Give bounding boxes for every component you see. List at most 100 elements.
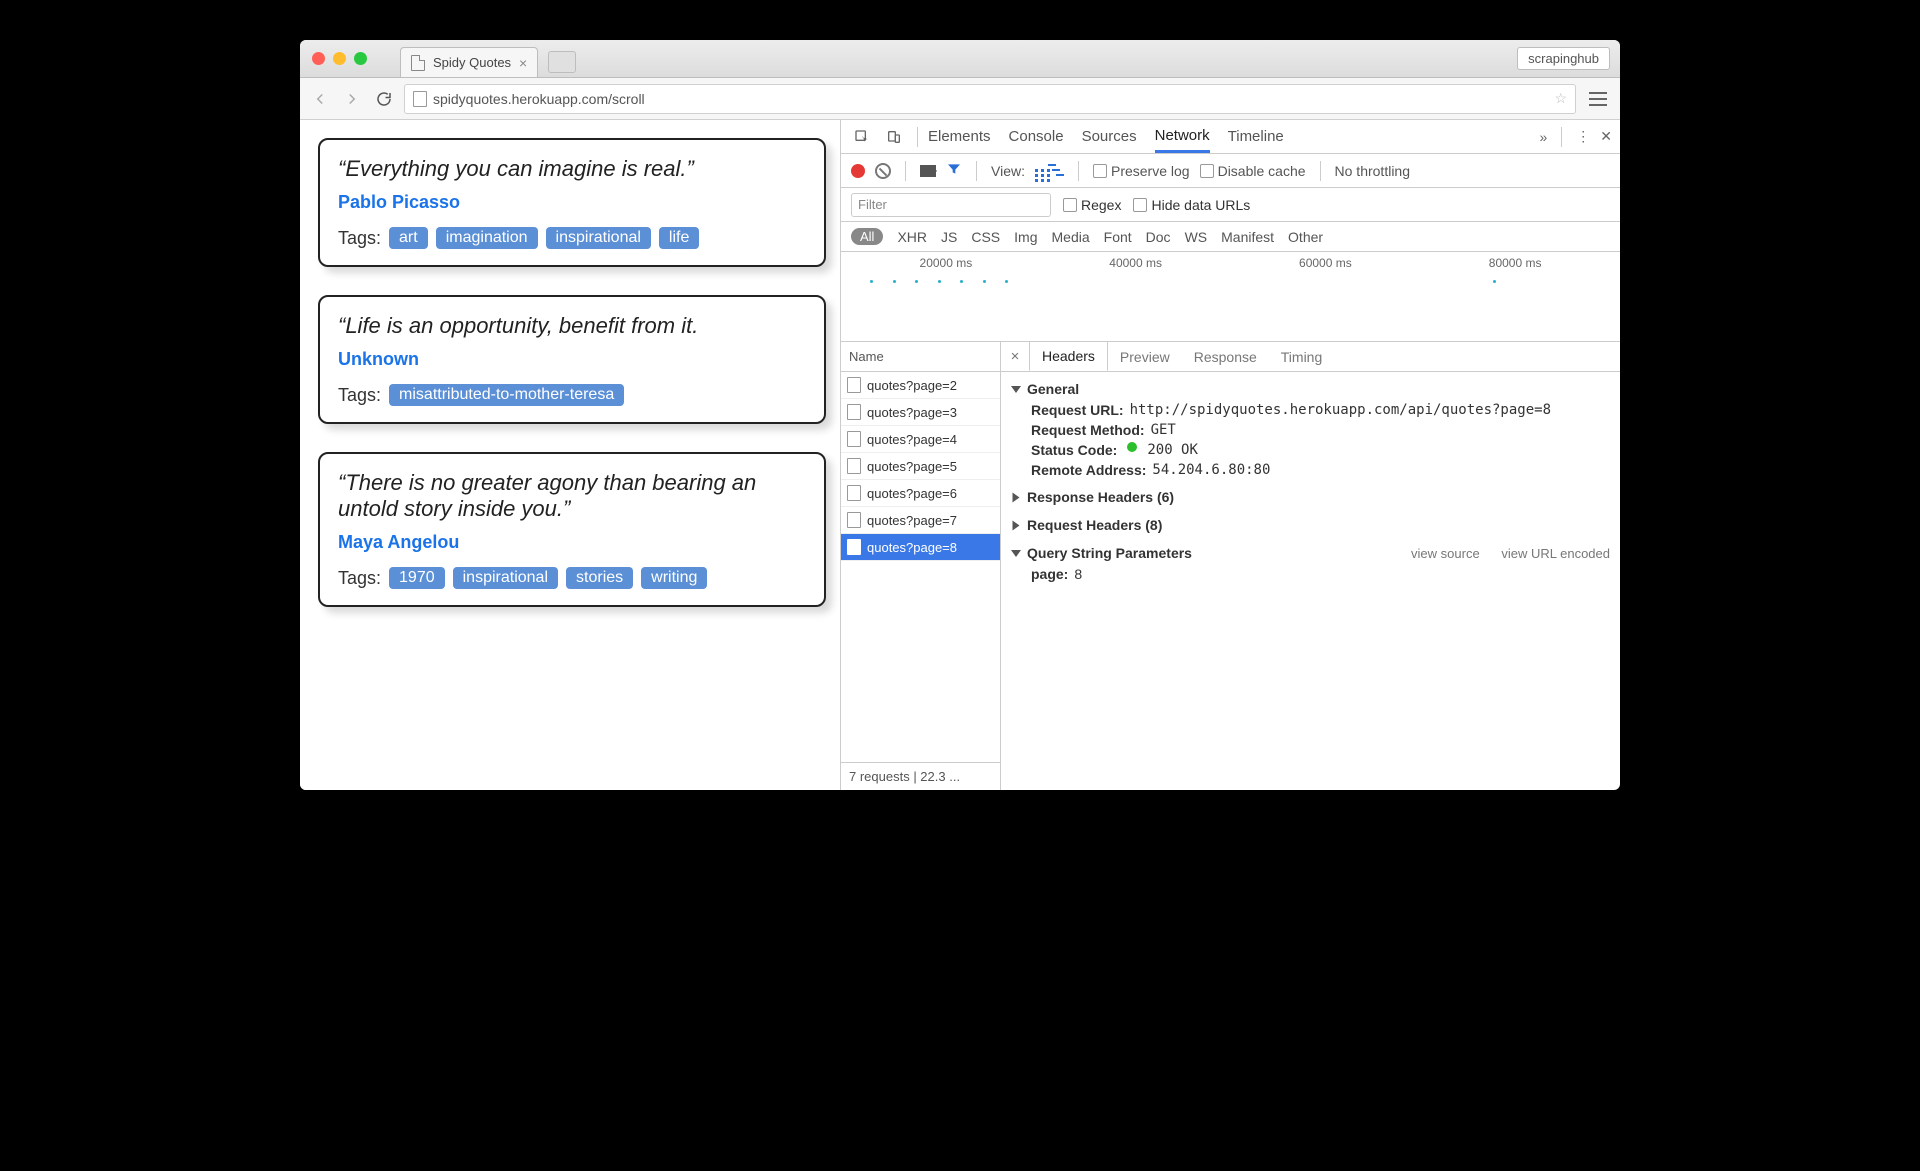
screenshot-icon[interactable] <box>920 165 936 177</box>
section-query-params[interactable]: Query String Parameters view source view… <box>1011 542 1610 564</box>
devtools-tab-elements[interactable]: Elements <box>928 120 991 153</box>
page-icon <box>411 55 425 71</box>
tag-pill[interactable]: life <box>659 227 699 249</box>
close-detail-icon[interactable]: × <box>1001 348 1029 365</box>
timeline-tick: 60000 ms <box>1299 256 1352 270</box>
request-row[interactable]: quotes?page=5 <box>841 453 1000 480</box>
tag-pill[interactable]: 1970 <box>389 567 445 589</box>
type-filter-other[interactable]: Other <box>1288 229 1323 245</box>
quote-author[interactable]: Pablo Picasso <box>338 192 806 213</box>
devtools-tab-sources[interactable]: Sources <box>1082 120 1137 153</box>
view-source-link[interactable]: view source <box>1411 546 1480 561</box>
request-row[interactable]: quotes?page=3 <box>841 399 1000 426</box>
devtools-tab-console[interactable]: Console <box>1009 120 1064 153</box>
request-row[interactable]: quotes?page=8 <box>841 534 1000 561</box>
preserve-log-checkbox[interactable]: Preserve log <box>1093 163 1190 179</box>
type-filter-ws[interactable]: WS <box>1185 229 1208 245</box>
tag-pill[interactable]: inspirational <box>546 227 651 249</box>
quote-card: “There is no greater agony than bearing … <box>318 452 826 607</box>
view-list-icon[interactable] <box>1035 159 1038 182</box>
profile-button[interactable]: scrapinghub <box>1517 47 1610 70</box>
close-tab-icon[interactable]: × <box>519 55 527 71</box>
request-row[interactable]: quotes?page=2 <box>841 372 1000 399</box>
tag-pill[interactable]: writing <box>641 567 707 589</box>
url-bar: spidyquotes.herokuapp.com/scroll ☆ <box>300 78 1620 120</box>
detail-tab-preview[interactable]: Preview <box>1108 342 1182 371</box>
request-row[interactable]: quotes?page=4 <box>841 426 1000 453</box>
filter-toggle-icon[interactable] <box>946 161 962 180</box>
quote-author[interactable]: Maya Angelou <box>338 532 806 553</box>
file-icon <box>847 458 861 474</box>
request-row[interactable]: quotes?page=7 <box>841 507 1000 534</box>
detail-tab-timing[interactable]: Timing <box>1269 342 1335 371</box>
status-code: 200 OK <box>1147 442 1198 458</box>
remote-address: 54.204.6.80:80 <box>1152 462 1270 478</box>
tab-title: Spidy Quotes <box>433 55 511 70</box>
devtools-tab-network[interactable]: Network <box>1155 120 1210 153</box>
request-row[interactable]: quotes?page=6 <box>841 480 1000 507</box>
quote-card: “Everything you can imagine is real.”Pab… <box>318 138 826 267</box>
quote-tags: Tags:artimaginationinspirationallife <box>338 227 806 249</box>
request-method: GET <box>1151 422 1176 438</box>
browser-tab[interactable]: Spidy Quotes × <box>400 47 538 77</box>
minimize-window-icon[interactable] <box>333 52 346 65</box>
type-filter-all[interactable]: All <box>851 228 883 245</box>
quote-tags: Tags:1970inspirationalstorieswriting <box>338 567 806 589</box>
devtools-menu-icon[interactable]: ⋮ <box>1576 128 1590 145</box>
device-toggle-icon[interactable] <box>881 124 907 150</box>
address-bar[interactable]: spidyquotes.herokuapp.com/scroll ☆ <box>404 84 1576 114</box>
back-button[interactable] <box>308 87 332 111</box>
throttling-select[interactable]: No throttling <box>1335 163 1410 179</box>
tag-pill[interactable]: inspirational <box>453 567 558 589</box>
tag-pill[interactable]: imagination <box>436 227 538 249</box>
bookmark-icon[interactable]: ☆ <box>1554 90 1567 107</box>
devtools-panel: ElementsConsoleSourcesNetworkTimeline » … <box>840 120 1620 790</box>
type-filter-font[interactable]: Font <box>1104 229 1132 245</box>
filter-input[interactable]: Filter <box>851 193 1051 217</box>
request-name: quotes?page=3 <box>867 405 957 420</box>
tag-pill[interactable]: art <box>389 227 428 249</box>
regex-checkbox[interactable]: Regex <box>1063 197 1121 213</box>
clear-icon[interactable] <box>875 163 891 179</box>
close-devtools-icon[interactable]: ✕ <box>1600 128 1612 145</box>
hide-data-urls-checkbox[interactable]: Hide data URLs <box>1133 197 1250 213</box>
type-filter-img[interactable]: Img <box>1014 229 1037 245</box>
record-icon[interactable] <box>851 164 865 178</box>
tag-pill[interactable]: stories <box>566 567 633 589</box>
network-toolbar: View: Preserve log Disable cache No thro… <box>841 154 1620 188</box>
type-filter-xhr[interactable]: XHR <box>897 229 927 245</box>
inspect-icon[interactable] <box>849 124 875 150</box>
type-filter-media[interactable]: Media <box>1052 229 1090 245</box>
network-timeline[interactable]: 20000 ms40000 ms60000 ms80000 ms <box>841 252 1620 342</box>
section-request-headers[interactable]: Request Headers (8) <box>1011 514 1610 536</box>
quote-author[interactable]: Unknown <box>338 349 806 370</box>
forward-button[interactable] <box>340 87 364 111</box>
file-icon <box>847 512 861 528</box>
type-filter-doc[interactable]: Doc <box>1146 229 1171 245</box>
reload-button[interactable] <box>372 87 396 111</box>
more-tabs-icon[interactable]: » <box>1539 129 1547 145</box>
disable-cache-checkbox[interactable]: Disable cache <box>1200 163 1306 179</box>
page-content[interactable]: “Everything you can imagine is real.”Pab… <box>300 120 840 790</box>
detail-tab-headers[interactable]: Headers <box>1029 342 1108 371</box>
section-general[interactable]: General <box>1011 378 1610 400</box>
view-waterfall-icon[interactable] <box>1048 163 1064 179</box>
section-response-headers[interactable]: Response Headers (6) <box>1011 486 1610 508</box>
new-tab-button[interactable] <box>548 51 576 73</box>
detail-tab-response[interactable]: Response <box>1182 342 1269 371</box>
request-name: quotes?page=4 <box>867 432 957 447</box>
tag-pill[interactable]: misattributed-to-mother-teresa <box>389 384 624 406</box>
type-filter-manifest[interactable]: Manifest <box>1221 229 1274 245</box>
quote-text: “There is no greater agony than bearing … <box>338 470 806 522</box>
request-name: quotes?page=2 <box>867 378 957 393</box>
type-filter-js[interactable]: JS <box>941 229 957 245</box>
network-filter-bar: Filter Regex Hide data URLs <box>841 188 1620 222</box>
close-window-icon[interactable] <box>312 52 325 65</box>
menu-button[interactable] <box>1584 85 1612 113</box>
request-url: http://spidyquotes.herokuapp.com/api/quo… <box>1130 402 1551 418</box>
type-filter-css[interactable]: CSS <box>971 229 1000 245</box>
view-url-encoded-link[interactable]: view URL encoded <box>1501 546 1610 561</box>
devtools-tab-timeline[interactable]: Timeline <box>1228 120 1284 153</box>
quote-text: “Life is an opportunity, benefit from it… <box>338 313 806 339</box>
maximize-window-icon[interactable] <box>354 52 367 65</box>
